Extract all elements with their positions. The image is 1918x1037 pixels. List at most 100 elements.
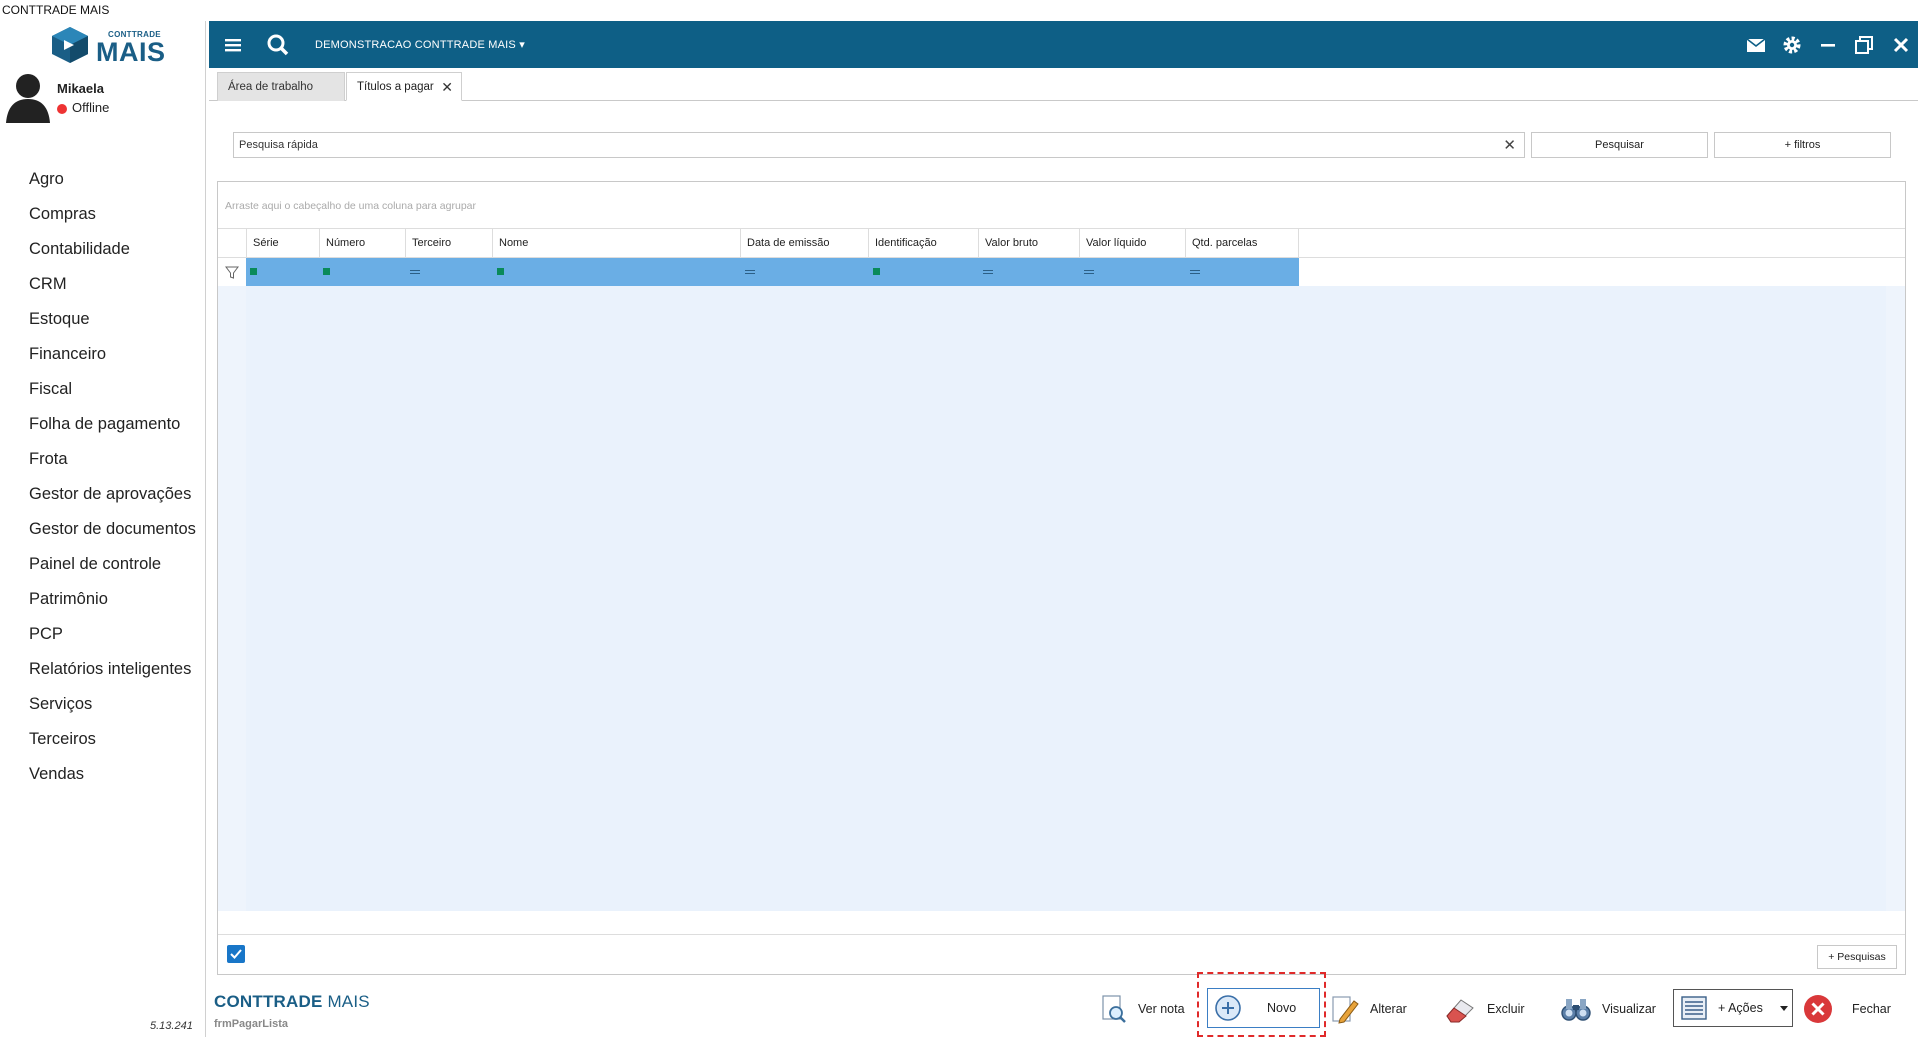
grid-header: Série Número Terceiro Nome Data de emiss… (218, 228, 1905, 258)
menu-item-painel[interactable]: Painel de controle (29, 554, 196, 589)
delete-label: Excluir (1487, 1002, 1525, 1016)
restore-window-icon[interactable] (1852, 33, 1876, 57)
menu-item-gestor-documentos[interactable]: Gestor de documentos (29, 519, 196, 554)
search-button[interactable]: Pesquisar (1531, 132, 1708, 158)
menu-item-terceiros[interactable]: Terceiros (29, 729, 196, 764)
visualize-label: Visualizar (1602, 1002, 1656, 1016)
menu-item-pcp[interactable]: PCP (29, 624, 196, 659)
column-numero[interactable]: Número (319, 229, 405, 258)
column-valor-liquido[interactable]: Valor líquido (1079, 229, 1185, 258)
filter-contains-icon[interactable] (873, 268, 880, 275)
version-label: 5.13.241 (150, 1020, 193, 1032)
filter-row (218, 258, 1905, 286)
more-filters-button[interactable]: + filtros (1714, 132, 1891, 158)
avatar[interactable] (6, 71, 50, 123)
filter-equals-icon[interactable] (745, 270, 755, 274)
actions-label: + Ações (1718, 1001, 1763, 1015)
delete-button[interactable]: Excluir (1443, 990, 1525, 1028)
close-label: Fechar (1852, 1002, 1891, 1016)
user-status: Offline (72, 100, 110, 115)
menu-item-patrimonio[interactable]: Patrimônio (29, 589, 196, 624)
edit-button[interactable]: Alterar (1330, 990, 1407, 1028)
group-by-hint: Arraste aqui o cabeçalho de uma coluna p… (225, 200, 476, 212)
plus-circle-icon (1215, 995, 1241, 1021)
status-dot-icon (57, 104, 67, 114)
close-circle-icon (1804, 995, 1832, 1023)
more-searches-button[interactable]: + Pesquisas (1817, 945, 1897, 969)
binoculars-icon (1561, 999, 1591, 1021)
column-valor-bruto[interactable]: Valor bruto (978, 229, 1079, 258)
quick-search-input[interactable]: Pesquisa rápida ✕ (233, 132, 1525, 158)
list-document-icon (1681, 996, 1707, 1020)
column-nome[interactable]: Nome (492, 229, 740, 258)
view-note-label: Ver nota (1138, 1002, 1185, 1016)
search-placeholder: Pesquisa rápida (239, 139, 318, 151)
menu-item-estoque[interactable]: Estoque (29, 309, 196, 344)
check-icon (230, 949, 242, 959)
edit-pencil-icon (1332, 996, 1359, 1024)
filter-equals-icon[interactable] (1190, 270, 1200, 274)
column-serie[interactable]: Série (246, 229, 319, 258)
filter-contains-icon[interactable] (250, 268, 257, 275)
grid-body[interactable] (218, 286, 1905, 911)
new-button[interactable]: Novo (1207, 988, 1320, 1028)
logo-big-text: MAIS (96, 37, 166, 67)
logo-cube-icon (52, 27, 88, 63)
menu-item-contabilidade[interactable]: Contabilidade (29, 239, 196, 274)
filter-contains-icon[interactable] (323, 268, 330, 275)
filter-equals-icon[interactable] (983, 270, 993, 274)
form-name: frmPagarLista (214, 1018, 288, 1030)
minimize-icon[interactable] (1816, 33, 1840, 57)
magnifier-document-icon (1102, 995, 1126, 1023)
view-note-button[interactable]: Ver nota (1100, 990, 1185, 1028)
filter-cells[interactable] (246, 258, 1299, 286)
menu-item-fiscal[interactable]: Fiscal (29, 379, 196, 414)
hamburger-menu-icon[interactable] (221, 33, 245, 57)
menu-item-folha[interactable]: Folha de pagamento (29, 414, 196, 449)
gear-icon[interactable] (1780, 33, 1804, 57)
filter-contains-icon[interactable] (497, 268, 504, 275)
menu-item-financeiro[interactable]: Financeiro (29, 344, 196, 379)
menu-item-agro[interactable]: Agro (29, 169, 196, 204)
module-menu: Agro Compras Contabilidade CRM Estoque F… (29, 169, 196, 799)
brand-logo: CONTTRADE MAIS (214, 992, 370, 1011)
column-identificacao[interactable]: Identificação (868, 229, 978, 258)
tab-close-icon[interactable]: ✕ (441, 73, 453, 101)
clear-search-icon[interactable]: ✕ (1503, 136, 1516, 154)
column-terceiro[interactable]: Terceiro (405, 229, 492, 258)
sidebar: CONTTRADE MAIS Mikaela Offline Agro Comp… (0, 21, 206, 1037)
column-data-emissao[interactable]: Data de emissão (740, 229, 868, 258)
eraser-icon (1446, 999, 1474, 1023)
column-qtd-parcelas[interactable]: Qtd. parcelas (1185, 229, 1299, 258)
menu-item-relatorios[interactable]: Relatórios inteligentes (29, 659, 196, 694)
tab-titulos-a-pagar[interactable]: Títulos a pagar ✕ (346, 72, 462, 101)
user-name: Mikaela (57, 81, 104, 96)
close-form-button[interactable]: Fechar (1802, 990, 1891, 1028)
mail-icon[interactable] (1744, 33, 1768, 57)
window-title: CONTTRADE MAIS (2, 3, 110, 17)
filter-equals-icon[interactable] (1084, 270, 1094, 274)
close-window-icon[interactable] (1889, 33, 1913, 57)
menu-item-compras[interactable]: Compras (29, 204, 196, 239)
search-icon[interactable] (266, 33, 290, 57)
company-selector[interactable]: DEMONSTRACAO CONTTRADE MAIS ▾ (315, 38, 525, 51)
menu-item-frota[interactable]: Frota (29, 449, 196, 484)
new-label: Novo (1267, 1001, 1297, 1015)
app-logo: CONTTRADE MAIS (50, 25, 170, 67)
menu-item-servicos[interactable]: Serviços (29, 694, 196, 729)
menu-item-gestor-aprovacoes[interactable]: Gestor de aprovações (29, 484, 196, 519)
chevron-down-icon (1780, 1006, 1788, 1011)
tab-area-de-trabalho[interactable]: Área de trabalho (217, 72, 345, 101)
filter-funnel-icon[interactable] (218, 258, 246, 286)
select-all-checkbox[interactable] (227, 945, 245, 963)
actions-dropdown[interactable]: + Ações (1673, 989, 1793, 1027)
visualize-button[interactable]: Visualizar (1560, 990, 1656, 1028)
tab-bar: Área de trabalho Títulos a pagar ✕ (209, 68, 1918, 101)
filter-equals-icon[interactable] (410, 270, 420, 274)
tab-label: Títulos a pagar (357, 81, 434, 93)
menu-item-crm[interactable]: CRM (29, 274, 196, 309)
grid-footer: + Pesquisas (218, 934, 1905, 974)
data-grid: Arraste aqui o cabeçalho de uma coluna p… (217, 181, 1906, 975)
edit-label: Alterar (1370, 1002, 1407, 1016)
menu-item-vendas[interactable]: Vendas (29, 764, 196, 799)
